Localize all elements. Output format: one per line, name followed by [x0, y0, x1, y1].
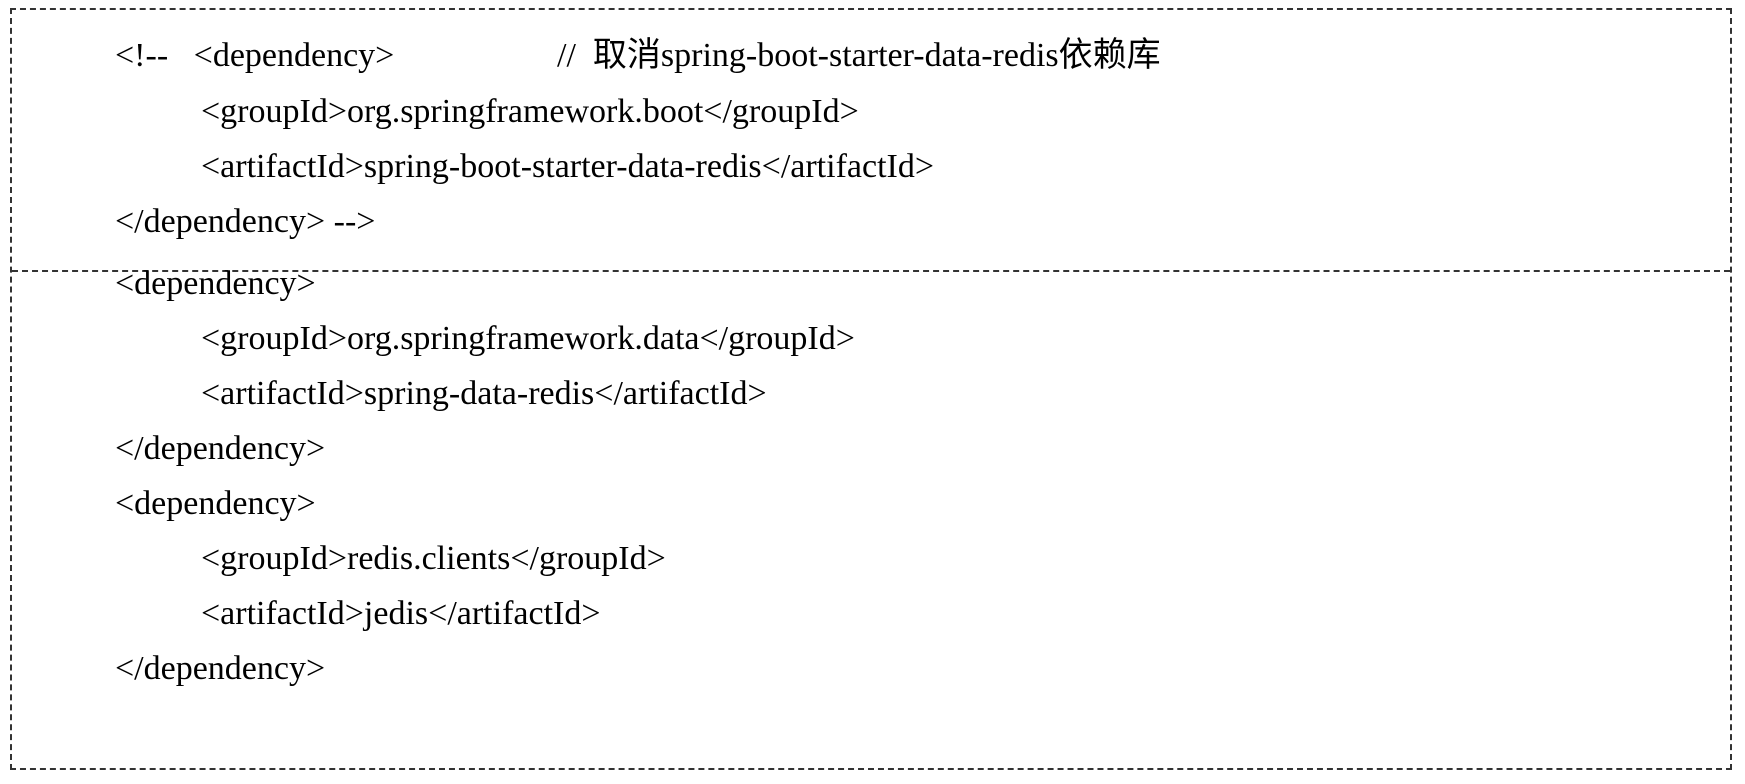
- code-line: <!-- <dependency>: [115, 37, 395, 74]
- code-line: <artifactId>jedis</artifactId>: [201, 595, 601, 632]
- code-line: <dependency>: [115, 485, 316, 522]
- inline-comment: // 取消spring-boot-starter-data-redis依赖库: [557, 37, 1161, 74]
- code-line: <groupId>org.springframework.boot</group…: [201, 93, 859, 130]
- code-line: <groupId>redis.clients</groupId>: [201, 540, 666, 577]
- code-listing-frame: <!-- <dependency> // 取消spring-boot-start…: [10, 8, 1732, 770]
- code-line: </dependency>: [115, 650, 326, 687]
- active-dependencies-block: <dependency> <groupId>org.springframewor…: [12, 265, 1730, 768]
- code-line: <artifactId>spring-boot-starter-data-red…: [201, 148, 935, 185]
- code-line: </dependency> -->: [115, 203, 376, 240]
- commented-out-dependency-block: <!-- <dependency> // 取消spring-boot-start…: [12, 10, 1730, 270]
- code-line: <artifactId>spring-data-redis</artifactI…: [201, 375, 767, 412]
- code-line: <dependency>: [115, 265, 316, 302]
- code-line: </dependency>: [115, 430, 326, 467]
- code-line: <groupId>org.springframework.data</group…: [201, 320, 855, 357]
